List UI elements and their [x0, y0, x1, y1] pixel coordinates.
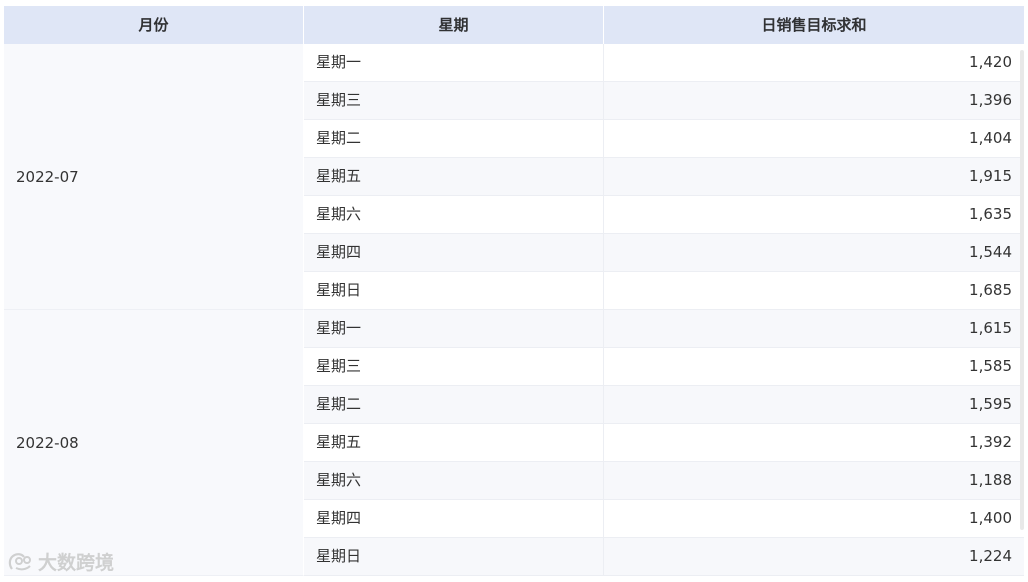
value-cell: 1,396: [969, 91, 1012, 109]
weekday-cell: 星期六: [304, 462, 604, 499]
weekday-cell: 星期五: [304, 424, 604, 461]
column-header-target-sum[interactable]: 日销售目标求和: [604, 6, 1024, 44]
table-row: 星期三 1,585: [304, 348, 1024, 386]
table-row: 星期日 1,224: [304, 538, 1024, 576]
column-header-month[interactable]: 月份: [4, 6, 304, 44]
value-cell: 1,635: [969, 205, 1012, 223]
watermark-logo-icon: [8, 552, 31, 570]
month-group: 2022-08 星期一 1,615 星期三 1,585 星期二 1,595 星期…: [4, 310, 1024, 576]
value-cell: 1,400: [969, 509, 1012, 527]
table-row: 星期一 1,420: [304, 44, 1024, 82]
weekday-cell: 星期二: [304, 386, 604, 423]
value-cell: 1,188: [969, 471, 1012, 489]
month-group: 2022-07 星期一 1,420 星期三 1,396 星期二 1,404 星期…: [4, 44, 1024, 310]
table-row: 星期五 1,915: [304, 158, 1024, 196]
weekday-cell: 星期六: [304, 196, 604, 233]
watermark-text: 大数跨境: [38, 552, 115, 574]
watermark: 大数跨境: [8, 548, 114, 575]
table-row: 星期二 1,404: [304, 120, 1024, 158]
weekday-cell: 星期三: [304, 82, 604, 119]
table-row: 星期五 1,392: [304, 424, 1024, 462]
vertical-scrollbar[interactable]: [1020, 50, 1024, 530]
table-row: 星期二 1,595: [304, 386, 1024, 424]
table-row: 星期日 1,685: [304, 272, 1024, 310]
table-row: 星期六 1,188: [304, 462, 1024, 500]
value-cell: 1,392: [969, 433, 1012, 451]
weekday-cell: 星期一: [304, 310, 604, 347]
table-row: 星期三 1,396: [304, 82, 1024, 120]
weekday-cell: 星期三: [304, 348, 604, 385]
column-header-weekday[interactable]: 星期: [304, 6, 604, 44]
value-cell: 1,224: [969, 547, 1012, 565]
value-cell: 1,615: [969, 319, 1012, 337]
weekday-cell: 星期日: [304, 272, 604, 309]
table-row: 星期一 1,615: [304, 310, 1024, 348]
month-cell: 2022-07: [4, 44, 304, 310]
value-cell: 1,595: [969, 395, 1012, 413]
month-cell: 2022-08: [4, 310, 304, 576]
value-cell: 1,685: [969, 281, 1012, 299]
table-row: 星期四 1,544: [304, 234, 1024, 272]
pivot-table: 月份 星期 日销售目标求和 2022-07 星期一 1,420 星期三 1,39…: [4, 6, 1024, 582]
weekday-cell: 星期一: [304, 44, 604, 81]
table-body: 2022-07 星期一 1,420 星期三 1,396 星期二 1,404 星期…: [4, 44, 1024, 576]
value-cell: 1,404: [969, 129, 1012, 147]
weekday-cell: 星期四: [304, 500, 604, 537]
table-row: 星期六 1,635: [304, 196, 1024, 234]
weekday-cell: 星期四: [304, 234, 604, 271]
weekday-cell: 星期日: [304, 538, 604, 575]
value-cell: 1,544: [969, 243, 1012, 261]
table-header: 月份 星期 日销售目标求和: [4, 6, 1024, 44]
weekday-cell: 星期二: [304, 120, 604, 157]
value-cell: 1,585: [969, 357, 1012, 375]
weekday-cell: 星期五: [304, 158, 604, 195]
table-row: 星期四 1,400: [304, 500, 1024, 538]
value-cell: 1,420: [969, 53, 1012, 71]
value-cell: 1,915: [969, 167, 1012, 185]
